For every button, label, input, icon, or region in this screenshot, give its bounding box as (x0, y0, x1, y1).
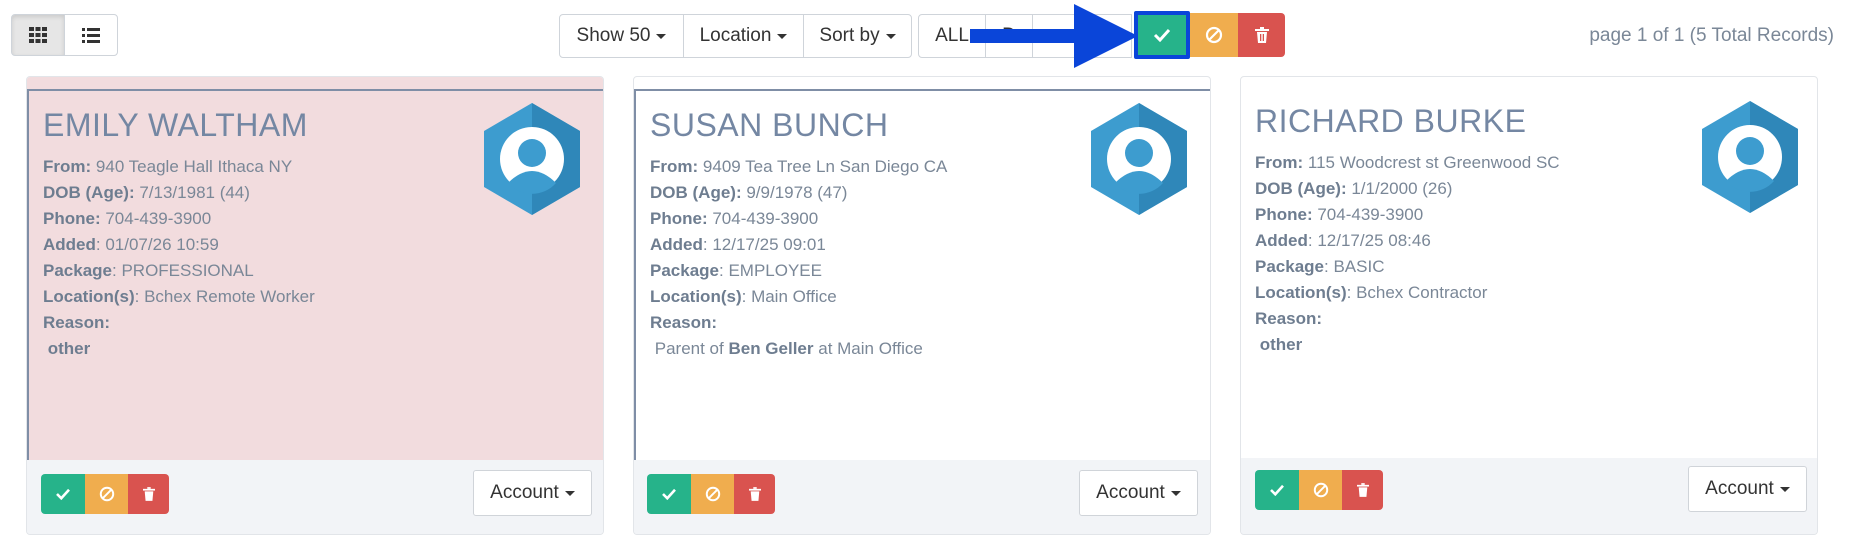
account-label: Account (1705, 478, 1774, 499)
card-body[interactable]: RICHARD BURKE From: 115 Woodcrest st Gre… (1241, 77, 1817, 460)
card-footer: Account (1241, 458, 1817, 534)
locations-row: Location(s): Bchex Contractor (1255, 283, 1488, 302)
phone-row: Phone: 704-439-3900 (650, 209, 819, 228)
avatar-icon (484, 103, 580, 215)
reject-button[interactable] (85, 474, 128, 514)
package-row: Package: PROFESSIONAL (43, 261, 254, 280)
package-row: Package: EMPLOYEE (650, 261, 822, 280)
check-icon (1153, 28, 1171, 42)
from-row: From: 940 Teagle Hall Ithaca NY (43, 157, 293, 176)
account-label: Account (490, 482, 559, 503)
from-row: From: 115 Woodcrest st Greenwood SC (1255, 153, 1560, 172)
check-icon (662, 488, 676, 500)
approve-selected-button[interactable] (1134, 11, 1190, 59)
locations-row: Location(s): Bchex Remote Worker (43, 287, 315, 306)
check-icon (1270, 484, 1284, 496)
record-card: RICHARD BURKE From: 115 Woodcrest st Gre… (1240, 76, 1818, 535)
approve-button[interactable] (1255, 470, 1299, 510)
phone-row: Phone: 704-439-3900 (1255, 205, 1424, 224)
approve-button[interactable] (647, 474, 691, 514)
ban-icon (705, 486, 720, 502)
package-row: Package: BASIC (1255, 257, 1385, 276)
account-label: Account (1096, 482, 1165, 503)
delete-button[interactable] (734, 474, 775, 514)
sort-dropdown[interactable]: Sort by (803, 14, 912, 58)
trash-icon (1254, 27, 1269, 43)
filter-all-label: ALL (935, 25, 969, 46)
person-name: EMILY WALTHAM (43, 107, 308, 143)
account-dropdown[interactable]: Account (1079, 470, 1198, 516)
record-card: SUSAN BUNCH From: 9409 Tea Tree Ln San D… (633, 76, 1211, 535)
list-icon (82, 27, 100, 43)
phone-row: Phone: 704-439-3900 (43, 209, 212, 228)
list-view-button[interactable] (64, 14, 118, 56)
dob-row: DOB (Age): 1/1/2000 (26) (1255, 179, 1453, 198)
card-top-strip (27, 77, 603, 89)
trash-icon (142, 487, 155, 501)
card-body[interactable]: SUSAN BUNCH From: 9409 Tea Tree Ln San D… (634, 89, 1210, 462)
pointer-arrow-annotation (970, 4, 1138, 68)
avatar-icon (1091, 103, 1187, 215)
chevron-down-icon (885, 33, 896, 39)
locations-row: Location(s): Main Office (650, 287, 837, 306)
reject-button[interactable] (691, 474, 734, 514)
chevron-down-icon (1170, 490, 1181, 496)
reason-row: Reason: (650, 313, 718, 332)
approve-button[interactable] (41, 474, 85, 514)
dob-row: DOB (Age): 9/9/1978 (47) (650, 183, 848, 202)
reason-value: other (1259, 335, 1303, 354)
location-label: Location (699, 25, 772, 46)
reason-value: Parent of Ben Geller at Main Office (654, 339, 923, 358)
ban-icon (1313, 482, 1328, 498)
person-name: SUSAN BUNCH (650, 107, 889, 143)
added-row: Added: 12/17/25 08:46 (1255, 231, 1431, 250)
card-footer: Account (27, 460, 603, 534)
record-card: EMILY WALTHAM From: 940 Teagle Hall Itha… (26, 76, 604, 535)
dob-row: DOB (Age): 7/13/1981 (44) (43, 183, 250, 202)
ban-icon (99, 486, 114, 502)
reject-button[interactable] (1299, 470, 1342, 510)
avatar-icon (1702, 101, 1798, 213)
delete-button[interactable] (1342, 470, 1383, 510)
grid-view-button[interactable] (11, 14, 65, 56)
person-name: RICHARD BURKE (1255, 103, 1527, 139)
added-row: Added: 12/17/25 09:01 (650, 235, 826, 254)
reason-value: other (47, 339, 91, 358)
location-dropdown[interactable]: Location (683, 14, 804, 58)
card-body[interactable]: EMILY WALTHAM From: 940 Teagle Hall Itha… (27, 89, 603, 462)
chevron-down-icon (777, 33, 788, 39)
card-details: From: 115 Woodcrest st Greenwood SC DOB … (1255, 150, 1560, 358)
check-icon (56, 488, 70, 500)
from-row: From: 9409 Tea Tree Ln San Diego CA (650, 157, 948, 176)
trash-icon (1356, 483, 1369, 497)
chevron-down-icon (656, 33, 667, 39)
account-dropdown[interactable]: Account (473, 470, 592, 516)
grid-icon (29, 27, 47, 43)
chevron-down-icon (1779, 486, 1790, 492)
reason-row: Reason: (43, 313, 111, 332)
account-dropdown[interactable]: Account (1688, 466, 1807, 512)
card-footer: Account (634, 460, 1210, 534)
card-details: From: 9409 Tea Tree Ln San Diego CA DOB … (650, 154, 947, 362)
delete-button[interactable] (128, 474, 169, 514)
show-count-dropdown[interactable]: Show 50 (559, 14, 684, 58)
trash-icon (748, 487, 761, 501)
added-row: Added: 01/07/26 10:59 (43, 235, 219, 254)
pagination-summary: page 1 of 1 (5 Total Records) (1589, 25, 1834, 46)
delete-selected-button[interactable] (1238, 13, 1285, 57)
card-details: From: 940 Teagle Hall Ithaca NY DOB (Age… (43, 154, 315, 362)
sort-label: Sort by (819, 25, 880, 46)
reason-row: Reason: (1255, 309, 1323, 328)
chevron-down-icon (564, 490, 575, 496)
ban-icon (1205, 26, 1223, 44)
show-count-label: Show 50 (576, 25, 651, 46)
reject-selected-button[interactable] (1190, 13, 1238, 57)
